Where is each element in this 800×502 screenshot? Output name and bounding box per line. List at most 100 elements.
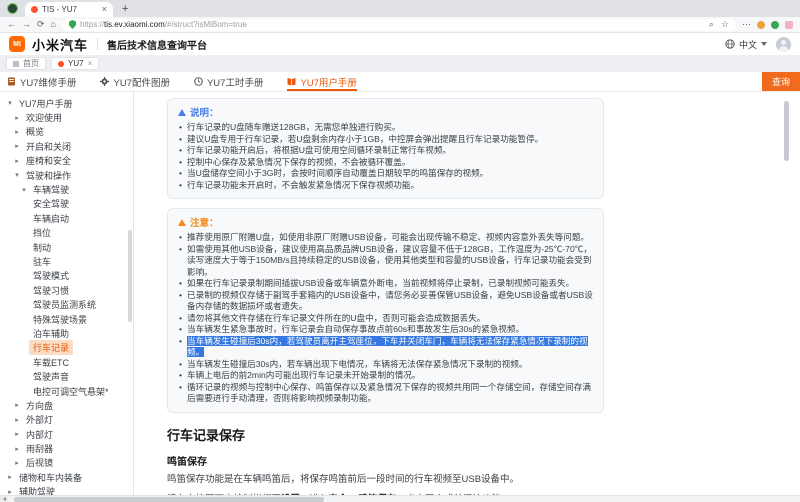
sidebar-item-欢迎使用[interactable]: ▸欢迎使用 xyxy=(0,110,133,124)
sidebar-item-车载ETC[interactable]: 车载ETC xyxy=(0,355,133,369)
sidebar-item-驾驶声音[interactable]: 驾驶声音 xyxy=(0,369,133,383)
chevron-right-icon[interactable]: ▸ xyxy=(13,128,21,136)
sidebar-item-驻车[interactable]: 驻车 xyxy=(0,254,133,268)
note-list: 行车记录的U盘随车赠送128GB，无需您单独进行购买。建议U盘专用于行车记录，若… xyxy=(178,122,593,191)
manual-nav-items: YU7维修手册 YU7配件图册 YU7工时手册 YU7用户手册 xyxy=(7,72,357,91)
sidebar-item-方向盘[interactable]: ▸方向盘 xyxy=(0,398,133,412)
sidebar-item-行车记录[interactable]: 行车记录 xyxy=(0,341,133,355)
sidebar-item-内部灯[interactable]: ▸内部灯 xyxy=(0,427,133,441)
sidebar-item-制动[interactable]: 制动 xyxy=(0,240,133,254)
callout-bullet: 车辆上电后的前2min内可能出现行车记录未开始录制的情况。 xyxy=(178,370,593,382)
bullet-text: 行车记录功能开启后，将根据U盘可使用空间循环录制正常行车视频。 xyxy=(187,145,451,155)
sidebar-item-YU7用户手册[interactable]: ▾YU7用户手册 xyxy=(0,96,133,110)
caution-callout: 注意： 推荐使用原厂附赠U盘，如使用非原厂附赠USB设备，可能会出现传输不稳定、… xyxy=(167,208,604,413)
page-tab-YU7[interactable]: YU7× xyxy=(51,57,99,70)
callout-bullet: 推荐使用原厂附赠U盘，如使用非原厂附赠USB设备，可能会出现传输不稳定、视频内容… xyxy=(178,232,593,244)
scroll-left-arrow-icon[interactable] xyxy=(0,496,8,502)
sidebar-item-外部灯[interactable]: ▸外部灯 xyxy=(0,413,133,427)
sidebar-item-概览[interactable]: ▸概览 xyxy=(0,125,133,139)
bullet-text: 当U盘储存空间小于3G时，会按时间顺序自动覆盖日期较早的鸣笛保存的视频。 xyxy=(187,168,488,178)
chevron-right-icon[interactable]: ▸ xyxy=(6,488,14,495)
manual-tab-label: YU7配件图册 xyxy=(113,75,169,89)
callout-bullet: 当U盘储存空间小于3G时，会按时间顺序自动覆盖日期较早的鸣笛保存的视频。 xyxy=(178,168,593,180)
sidebar-item-驾驶和操作[interactable]: ▾驾驶和操作 xyxy=(0,168,133,182)
browser-tab-strip: TIS - YU7 × + xyxy=(0,0,800,17)
extension-icon[interactable] xyxy=(771,21,779,29)
chevron-down-icon[interactable] xyxy=(761,42,767,46)
chevron-down-icon[interactable]: ▾ xyxy=(6,99,14,107)
more-options-icon[interactable]: ⋯ xyxy=(742,20,751,29)
app-header: MI 小米汽车 售后技术信息查询平台 中文 xyxy=(0,33,800,55)
chevron-right-icon[interactable]: ▸ xyxy=(13,401,21,409)
chevron-right-icon[interactable]: ▸ xyxy=(13,114,21,122)
extension-icon[interactable] xyxy=(785,21,793,29)
language-selector[interactable]: 中文 xyxy=(739,38,757,51)
horizontal-scroll-thumb[interactable] xyxy=(14,497,324,502)
chevron-right-icon[interactable]: ▸ xyxy=(13,445,21,453)
shield-extension-icon[interactable] xyxy=(69,20,76,29)
sidebar-item-label: 车辆驾驶 xyxy=(29,182,73,197)
sidebar-item-泊车辅助[interactable]: 泊车辅助 xyxy=(0,326,133,340)
chevron-down-icon[interactable]: ▾ xyxy=(13,171,21,179)
extension-icon[interactable] xyxy=(757,21,765,29)
sidebar-item-label: 驾驶声音 xyxy=(29,369,73,384)
sidebar-item-车辆启动[interactable]: 车辆启动 xyxy=(0,211,133,225)
browser-profile-icon[interactable] xyxy=(7,3,18,14)
sidebar-item-label: 车载ETC xyxy=(29,355,73,370)
sidebar-item-开启和关闭[interactable]: ▸开启和关闭 xyxy=(0,139,133,153)
browser-tab[interactable]: TIS - YU7 × xyxy=(25,2,113,17)
sidebar-item-后视镜[interactable]: ▸后视镜 xyxy=(0,456,133,470)
horizontal-scrollbar[interactable] xyxy=(0,495,800,502)
home-icon[interactable]: ⌂ xyxy=(51,20,56,29)
tab-favicon-icon xyxy=(31,6,38,13)
bookmark-star-icon[interactable]: ☆ xyxy=(721,20,729,29)
chevron-right-icon[interactable]: ▸ xyxy=(13,430,21,438)
sidebar-item-电控可调空气悬架*[interactable]: 电控可调空气悬架* xyxy=(0,384,133,398)
chevron-down-icon[interactable]: ▾ xyxy=(20,186,28,194)
manual-tab-YU7工时手册[interactable]: YU7工时手册 xyxy=(194,72,263,91)
search-button[interactable]: 查询 xyxy=(762,72,800,91)
url-input[interactable]: https://tis.ev.xiaomi.com/#/struct?isMiB… xyxy=(62,19,736,31)
sidebar-item-驾驶员监测系统[interactable]: 驾驶员监测系统 xyxy=(0,297,133,311)
manual-tab-YU7维修手册[interactable]: YU7维修手册 xyxy=(7,72,76,91)
sidebar-item-雨刮器[interactable]: ▸雨刮器 xyxy=(0,441,133,455)
bullet-text: 当车辆发生碰撞后30s内，若车辆出现下电情况，车辆将无法保存紧急情况下录制的视频… xyxy=(187,359,527,369)
chevron-right-icon[interactable]: ▸ xyxy=(13,459,21,467)
content-scrollbar[interactable] xyxy=(784,101,789,161)
bullet-text: 已录制的视频仅存储于副驾手套箱内的USB设备中，请您务必妥善保管USB设备，避免… xyxy=(187,290,593,312)
chevron-right-icon[interactable]: ▸ xyxy=(13,416,21,424)
tab-close-icon[interactable]: × xyxy=(102,5,107,14)
reload-icon[interactable]: ⟳ xyxy=(37,20,45,29)
sidebar-item-座椅和安全[interactable]: ▸座椅和安全 xyxy=(0,154,133,168)
manual-tab-YU7配件图册[interactable]: YU7配件图册 xyxy=(100,72,169,91)
callout-bullet: 行车记录功能未开启时，不会触发紧急情况下保存视频功能。 xyxy=(178,180,593,192)
sidebar-item-储物和车内装备[interactable]: ▸储物和车内装备 xyxy=(0,470,133,484)
manual-tab-YU7用户手册[interactable]: YU7用户手册 xyxy=(287,72,356,91)
sidebar-item-驾驶习惯[interactable]: 驾驶习惯 xyxy=(0,283,133,297)
page-tab-首页[interactable]: 首页 xyxy=(6,57,46,70)
forward-icon[interactable]: → xyxy=(22,20,31,29)
sidebar-item-label: 开启和关闭 xyxy=(22,139,75,154)
chevron-right-icon[interactable]: ▸ xyxy=(13,157,21,165)
sidebar-item-车辆驾驶[interactable]: ▾车辆驾驶 xyxy=(0,182,133,196)
menu-path-bold: 设置 xyxy=(281,494,300,496)
bullet-text: 循环记录的视频与控制中心保存、鸣笛保存以及紧急情况下保存的视频共用同一个存储空间… xyxy=(187,382,591,404)
chevron-right-icon[interactable]: ▸ xyxy=(6,473,14,481)
zoom-icon[interactable]: ⌕ xyxy=(709,20,714,29)
sidebar-item-辅助驾驶[interactable]: ▸辅助驾驶 xyxy=(0,485,133,495)
sidebar-scrollbar[interactable] xyxy=(128,230,132,322)
sidebar-item-label: 辅助驾驶 xyxy=(15,484,59,495)
sidebar-item-安全驾驶[interactable]: 安全驾驶 xyxy=(0,197,133,211)
sidebar-item-挡位[interactable]: 挡位 xyxy=(0,226,133,240)
sidebar-tree: ▾YU7用户手册▸欢迎使用▸概览▸开启和关闭▸座椅和安全▾驾驶和操作▾车辆驾驶安… xyxy=(0,92,134,495)
callout-bullet: 当车辆发生碰撞后30s内，若车辆出现下电情况，车辆将无法保存紧急情况下录制的视频… xyxy=(178,359,593,371)
user-avatar[interactable] xyxy=(776,37,791,52)
callout-bullet: 行车记录功能开启后，将根据U盘可使用空间循环录制正常行车视频。 xyxy=(178,145,593,157)
sidebar-item-特殊驾驶场景[interactable]: 特殊驾驶场景 xyxy=(0,312,133,326)
back-icon[interactable]: ← xyxy=(7,20,16,29)
new-tab-button[interactable]: + xyxy=(122,4,128,15)
sidebar-item-驾驶模式[interactable]: 驾驶模式 xyxy=(0,269,133,283)
sidebar-item-label: 驾驶习惯 xyxy=(29,283,73,298)
close-icon[interactable]: × xyxy=(88,60,93,68)
chevron-right-icon[interactable]: ▸ xyxy=(13,142,21,150)
